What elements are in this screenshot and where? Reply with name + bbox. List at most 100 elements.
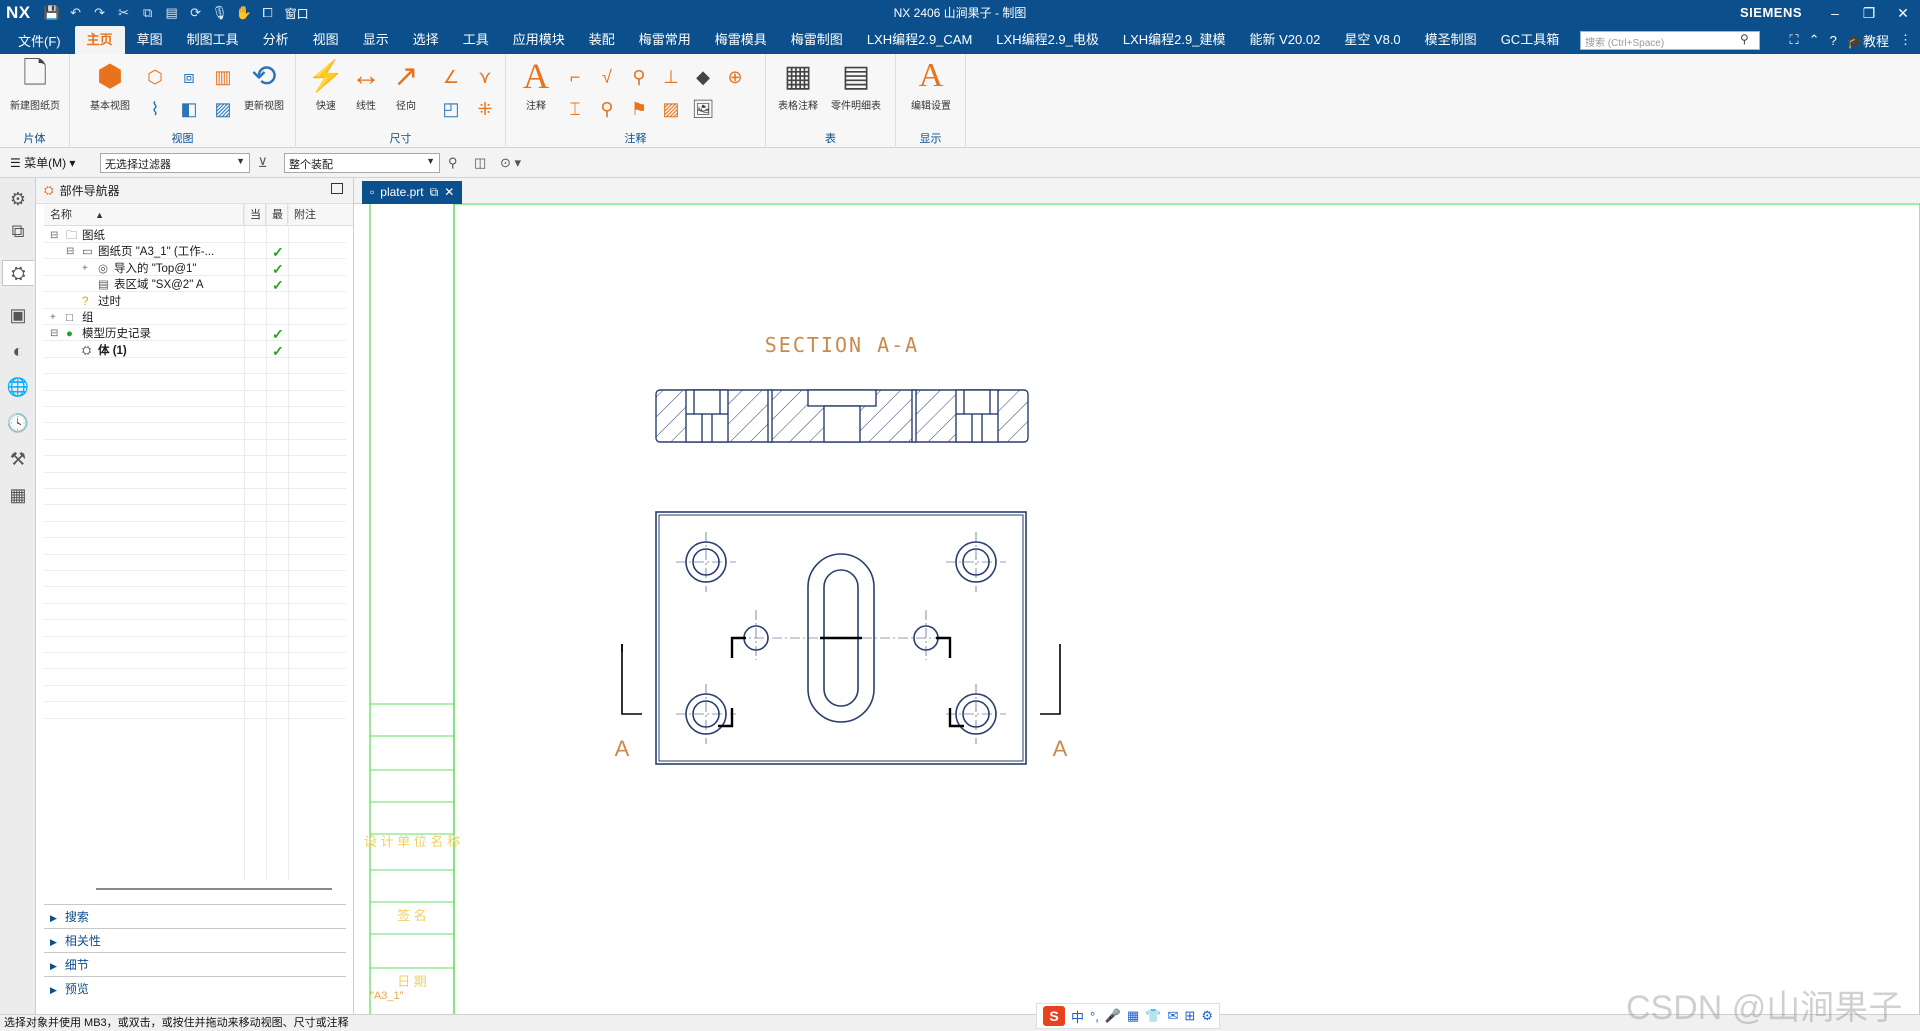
tab-14[interactable]: LXH编程2.9_电极 bbox=[984, 26, 1111, 54]
tab-3[interactable]: 分析 bbox=[251, 26, 301, 54]
weld-symbol-icon[interactable]: ⊥ bbox=[658, 64, 684, 90]
part-navigator-icon[interactable]: ⛭ bbox=[2, 260, 34, 286]
hd3d-tools-icon[interactable]: ◐ bbox=[5, 338, 31, 364]
ime-language[interactable]: 中 bbox=[1071, 1007, 1084, 1026]
redo-icon[interactable]: ↷ bbox=[91, 5, 109, 21]
ribbon-options-icon[interactable]: ⋮ bbox=[1899, 32, 1912, 48]
parts-list-button[interactable]: ▤ 零件明细表 bbox=[828, 58, 884, 113]
base-view-button[interactable]: ⬢ 基本视图 bbox=[82, 58, 138, 113]
touch-mode-icon[interactable]: ✋ bbox=[235, 5, 253, 21]
web-browser-icon[interactable]: 🌐 bbox=[5, 374, 31, 400]
tab-13[interactable]: LXH编程2.9_CAM bbox=[855, 26, 984, 54]
minimize-icon[interactable]: – bbox=[1818, 0, 1852, 26]
ime-message-icon[interactable]: ✉ bbox=[1168, 1008, 1179, 1024]
tab-11[interactable]: 梅雷模具 bbox=[703, 26, 779, 54]
navigator-section[interactable]: ▶ 预览 bbox=[44, 976, 346, 1000]
section-line[interactable] bbox=[718, 636, 964, 728]
tab-19[interactable]: GC工具箱 bbox=[1489, 26, 1572, 54]
tab-1[interactable]: 草图 bbox=[125, 26, 175, 54]
select-features-icon[interactable]: ⚲ bbox=[448, 155, 458, 171]
tab-17[interactable]: 星空 V8.0 bbox=[1332, 26, 1412, 54]
horizontal-scrollbar[interactable] bbox=[96, 888, 332, 890]
column-header-latest[interactable]: 最 bbox=[266, 204, 288, 225]
tab-9[interactable]: 装配 bbox=[577, 26, 627, 54]
thickness-dimension-icon[interactable]: ◰ bbox=[438, 96, 464, 122]
settings-gear-icon[interactable]: ⚙ bbox=[5, 186, 31, 212]
tab-2[interactable]: 制图工具 bbox=[175, 26, 251, 54]
angular-dimension-icon[interactable]: ∠ bbox=[438, 64, 464, 90]
command-search-input[interactable]: 搜索 (Ctrl+Space) bbox=[1580, 31, 1760, 50]
edit-settings-button[interactable]: A 编辑设置 bbox=[903, 57, 959, 112]
menu-button[interactable]: ☰ 菜单(M) ▾ bbox=[10, 154, 90, 171]
break-view-icon[interactable]: ⌇ bbox=[142, 96, 168, 122]
ime-keyboard-icon[interactable]: ▦ bbox=[1127, 1008, 1139, 1024]
section-view-icon[interactable]: ⧈ bbox=[176, 64, 202, 90]
navigator-section[interactable]: ▶ 相关性 bbox=[44, 928, 346, 952]
close-icon[interactable]: ✕ bbox=[1886, 0, 1920, 26]
tutorial-link[interactable]: 🎓教程 bbox=[1847, 31, 1889, 50]
undo-icon[interactable]: ↶ bbox=[67, 5, 85, 21]
cut-icon[interactable]: ✂ bbox=[115, 5, 133, 21]
pin-icon[interactable]: ⧉ bbox=[430, 181, 439, 204]
selection-filter-dropdown[interactable]: 无选择过滤器 ▼ bbox=[100, 153, 250, 173]
reset-filter-icon[interactable]: ⊻ bbox=[258, 155, 268, 171]
collapse-ribbon-icon[interactable]: ⌃ bbox=[1809, 32, 1820, 48]
tab-5[interactable]: 显示 bbox=[351, 26, 401, 54]
assembly-navigator-icon[interactable]: ⧉ bbox=[5, 218, 31, 244]
copy-icon[interactable]: ⧉ bbox=[139, 5, 157, 21]
selection-scope-dropdown[interactable]: 整个装配 ▼ bbox=[284, 153, 440, 173]
fill-icon[interactable]: ◆ bbox=[690, 64, 716, 90]
restore-icon[interactable]: ❐ bbox=[1852, 0, 1886, 26]
column-header-notes[interactable]: 附注 bbox=[288, 204, 340, 225]
tab-4[interactable]: 视图 bbox=[301, 26, 351, 54]
select-views-icon[interactable]: ◫ bbox=[474, 155, 486, 171]
surface-finish-icon[interactable]: √ bbox=[594, 64, 620, 90]
new-sheet-button[interactable]: 🗋 新建图纸页 bbox=[7, 57, 63, 113]
navigator-section[interactable]: ▶ 搜索 bbox=[44, 904, 346, 928]
navigator-section[interactable]: ▶ 细节 bbox=[44, 952, 346, 976]
tab-16[interactable]: 能新 V20.02 bbox=[1237, 26, 1332, 54]
center-mark-icon[interactable]: ⊕ bbox=[722, 64, 748, 90]
tab-12[interactable]: 梅雷制图 bbox=[779, 26, 855, 54]
projected-view-icon[interactable]: ⬡ bbox=[142, 64, 168, 90]
note-button[interactable]: A 注释 bbox=[508, 56, 564, 112]
tab-7[interactable]: 工具 bbox=[451, 26, 501, 54]
tab-15[interactable]: LXH编程2.9_建模 bbox=[1111, 26, 1238, 54]
document-tab-plate[interactable]: ▫ plate.prt ⧉ ✕ bbox=[362, 181, 463, 204]
fullscreen-icon[interactable]: ⛶ bbox=[1790, 32, 1799, 48]
tab-10[interactable]: 梅雷常用 bbox=[627, 26, 703, 54]
maximize-icon[interactable] bbox=[331, 183, 343, 194]
chamfer-dimension-icon[interactable]: ⋎ bbox=[472, 64, 498, 90]
tab-6[interactable]: 选择 bbox=[401, 26, 451, 54]
drawing-canvas[interactable]: 设 计 单 位 名 称 签 名 日 期 SECTION A-A A A "A3_… bbox=[354, 204, 1920, 1014]
section-view[interactable] bbox=[655, 389, 1029, 443]
view-boundary-icon[interactable]: ▨ bbox=[210, 96, 236, 122]
tabular-note-button[interactable]: ▦ 表格注释 bbox=[770, 58, 826, 113]
file-menu[interactable]: 文件(F) bbox=[0, 31, 75, 50]
update-view-button[interactable]: ⟲ 更新视图 bbox=[236, 58, 292, 113]
column-header-name[interactable]: 名称 ▲ bbox=[44, 204, 244, 225]
switch-window-icon[interactable]: ⧠ bbox=[259, 5, 277, 21]
ime-settings-icon[interactable]: ⚙ bbox=[1201, 1008, 1213, 1024]
save-icon[interactable]: 💾 bbox=[43, 5, 61, 21]
datum-target-icon[interactable]: ⚑ bbox=[626, 96, 652, 122]
id-symbol-icon[interactable]: ⌶ bbox=[562, 96, 588, 122]
repeat-command-icon[interactable]: ⟳ bbox=[187, 5, 205, 21]
tab-0[interactable]: 主页 bbox=[74, 26, 125, 54]
close-tab-icon[interactable]: ✕ bbox=[444, 181, 454, 204]
tab-18[interactable]: 模圣制图 bbox=[1413, 26, 1489, 54]
roles-icon[interactable]: ▦ bbox=[5, 482, 31, 508]
reuse-library-icon[interactable]: ▣ bbox=[5, 302, 31, 328]
radial-dimension-button[interactable]: ↗ 径向 bbox=[378, 58, 434, 113]
feature-control-frame-icon[interactable]: ⌐ bbox=[562, 64, 588, 90]
microphone-icon[interactable]: 🎙 bbox=[211, 5, 229, 21]
ime-punctuation-icon[interactable]: °, bbox=[1090, 1009, 1099, 1024]
window-menu[interactable]: 窗口 bbox=[285, 5, 309, 22]
image-icon[interactable]: 🖼 bbox=[690, 96, 716, 122]
balloon-icon[interactable]: ⚲ bbox=[594, 96, 620, 122]
ordinate-dimension-icon[interactable]: ⁜ bbox=[472, 96, 498, 122]
snap-point-icon[interactable]: ⊙ ▾ bbox=[500, 155, 521, 171]
datum-icon[interactable]: ⚲ bbox=[626, 64, 652, 90]
tab-8[interactable]: 应用模块 bbox=[501, 26, 577, 54]
tree-row[interactable]: ⛭ 体 (1) ✓ bbox=[44, 341, 346, 361]
